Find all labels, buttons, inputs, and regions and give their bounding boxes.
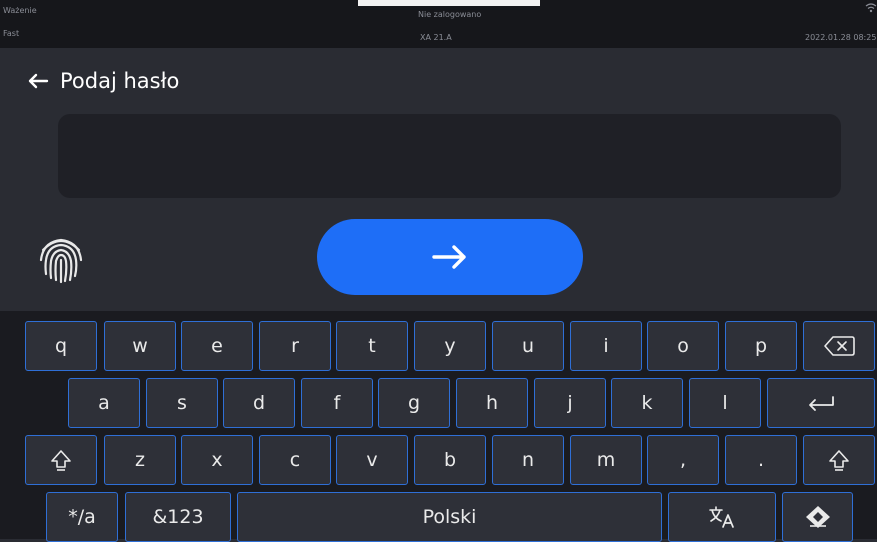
key-t[interactable]: t (336, 321, 408, 371)
key-i[interactable]: i (570, 321, 642, 371)
key-e[interactable]: e (181, 321, 253, 371)
key-q[interactable]: q (25, 321, 97, 371)
translate-icon (709, 506, 734, 528)
key-d[interactable]: d (223, 378, 295, 428)
space-key[interactable]: Polski (237, 492, 662, 542)
key-v[interactable]: v (336, 435, 408, 485)
status-bar: Ważenie Fast Nie zalogowano XA 21.A 2022… (0, 0, 877, 48)
key-j[interactable]: j (534, 378, 606, 428)
key-s[interactable]: s (146, 378, 218, 428)
arrow-left-icon[interactable] (26, 69, 50, 93)
shift-icon (51, 450, 71, 471)
password-input[interactable] (58, 114, 841, 198)
key-k[interactable]: k (611, 378, 683, 428)
confirm-button[interactable] (317, 219, 583, 295)
keyboard-hide-icon (805, 506, 830, 528)
device-model: XA 21.A (420, 33, 452, 42)
key-x[interactable]: x (181, 435, 253, 485)
backspace-key[interactable] (803, 321, 875, 371)
enter-icon (809, 396, 834, 411)
status-indicator-strip (358, 0, 540, 6)
onscreen-keyboard: q w e r t y u i o p a s d f g h j k l z … (0, 311, 877, 542)
shift-icon (829, 450, 849, 471)
key-h[interactable]: h (456, 378, 528, 428)
fingerprint-icon[interactable] (34, 230, 88, 284)
numbers-key[interactable]: &123 (125, 492, 231, 542)
shift-key-left[interactable] (25, 435, 97, 485)
symbols-key[interactable]: */a (46, 492, 118, 542)
enter-key[interactable] (767, 378, 875, 428)
profile-label: Fast (3, 29, 20, 38)
hide-keyboard-key[interactable] (782, 492, 853, 542)
key-period[interactable]: . (725, 435, 797, 485)
language-key[interactable] (668, 492, 776, 542)
key-comma[interactable]: , (647, 435, 719, 485)
shift-key-right[interactable] (803, 435, 875, 485)
key-u[interactable]: u (492, 321, 564, 371)
key-r[interactable]: r (259, 321, 331, 371)
arrow-right-icon (432, 245, 466, 269)
key-g[interactable]: g (378, 378, 450, 428)
key-o[interactable]: o (647, 321, 719, 371)
key-m[interactable]: m (570, 435, 642, 485)
key-a[interactable]: a (68, 378, 140, 428)
page-title: Podaj hasło (60, 69, 180, 93)
key-n[interactable]: n (492, 435, 564, 485)
backspace-icon (824, 336, 855, 356)
key-f[interactable]: f (301, 378, 373, 428)
mode-label: Ważenie (3, 6, 37, 15)
key-b[interactable]: b (414, 435, 486, 485)
key-p[interactable]: p (725, 321, 797, 371)
wifi-icon (865, 3, 877, 13)
key-z[interactable]: z (104, 435, 176, 485)
page-header: Podaj hasło (26, 66, 179, 96)
key-y[interactable]: y (414, 321, 486, 371)
key-l[interactable]: l (689, 378, 761, 428)
login-status: Nie zalogowano (418, 10, 482, 19)
key-c[interactable]: c (259, 435, 331, 485)
datetime: 2022.01.28 08:25:0 (805, 33, 877, 42)
key-w[interactable]: w (104, 321, 176, 371)
